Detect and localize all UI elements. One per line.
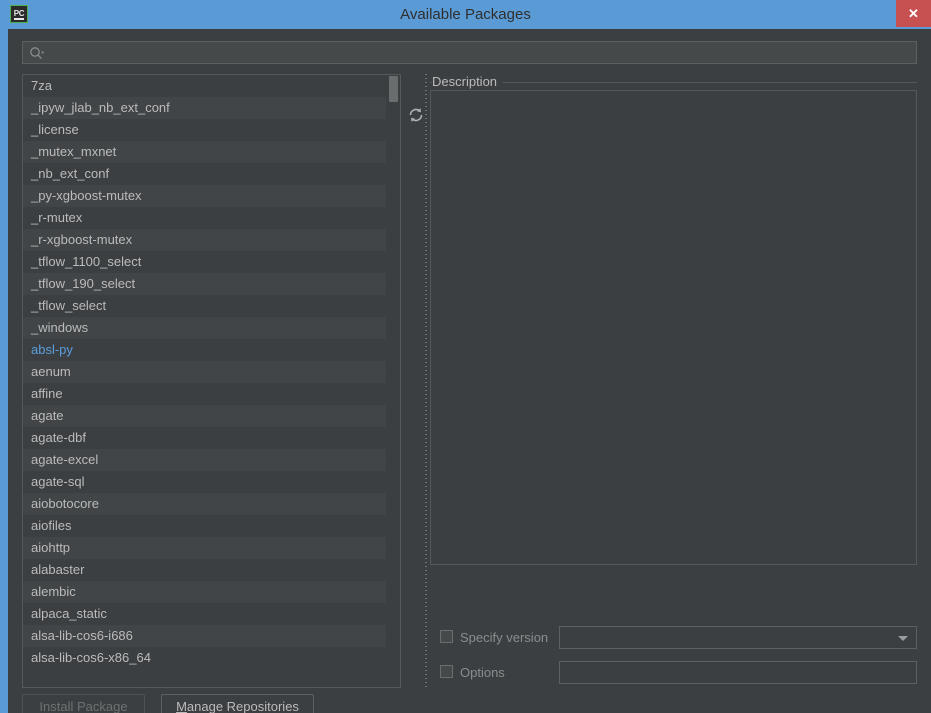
package-list-item[interactable]: alpaca_static (23, 603, 386, 625)
splitter-handle (425, 74, 427, 688)
description-pane: Description Specify version Options (430, 74, 917, 688)
description-box (430, 90, 917, 565)
search-icon (29, 46, 45, 61)
options-row: Options (430, 661, 917, 684)
specify-version-label: Specify version (460, 630, 549, 645)
package-list-item[interactable]: _license (23, 119, 386, 141)
search-input[interactable] (49, 42, 909, 63)
package-list-pane: 7za _ipyw_jlab_nb_ext_conf _license _mutex_… (22, 74, 401, 688)
install-package-button[interactable]: Install Package (22, 694, 145, 713)
package-list-item[interactable]: _r-xgboost-mutex (23, 229, 386, 251)
package-list-item[interactable]: alsa-lib-cos6-x86_64 (23, 647, 386, 669)
available-packages-window: PC Available Packages ✕ 7za _ipyw_jlab_n… (0, 0, 931, 713)
package-list-item[interactable]: _tflow_1100_select (23, 251, 386, 273)
dialog-body: 7za _ipyw_jlab_nb_ext_conf _license _mutex_… (8, 29, 931, 713)
specify-version-row: Specify version (430, 626, 917, 649)
package-list-item[interactable]: absl-py (23, 339, 386, 361)
description-text (431, 91, 916, 103)
manage-repositories-label: anage Repositories (186, 699, 299, 713)
package-list-item[interactable]: aiohttp (23, 537, 386, 559)
options-input[interactable] (560, 662, 916, 683)
package-list-item[interactable]: aiofiles (23, 515, 386, 537)
package-list-item[interactable]: aenum (23, 361, 386, 383)
version-input[interactable] (560, 627, 916, 648)
description-group-line (430, 82, 917, 83)
package-list-item[interactable]: alabaster (23, 559, 386, 581)
package-list-item[interactable]: affine (23, 383, 386, 405)
package-list-scrollbar[interactable] (387, 75, 400, 687)
chevron-down-icon (898, 636, 908, 641)
package-list-item[interactable]: agate-excel (23, 449, 386, 471)
package-list-item[interactable]: _nb_ext_conf (23, 163, 386, 185)
close-icon: ✕ (908, 6, 919, 21)
package-list-item[interactable]: aiobotocore (23, 493, 386, 515)
package-list-item[interactable]: 7za (23, 75, 386, 97)
manage-repositories-mnemonic: M (176, 699, 187, 713)
package-list-item[interactable]: agate-sql (23, 471, 386, 493)
options-label: Options (460, 665, 505, 680)
options-checkbox[interactable] (440, 665, 453, 678)
manage-repositories-button[interactable]: Manage Repositories (161, 694, 314, 713)
window-title: Available Packages (400, 6, 531, 23)
scrollbar-thumb[interactable] (389, 76, 398, 102)
description-label: Description (432, 74, 504, 89)
specify-version-checkbox[interactable] (440, 630, 453, 643)
package-list-item[interactable]: _ipyw_jlab_nb_ext_conf (23, 97, 386, 119)
package-list-item[interactable]: _r-mutex (23, 207, 386, 229)
close-button[interactable]: ✕ (896, 0, 931, 27)
package-list-item[interactable]: agate (23, 405, 386, 427)
package-list-item[interactable]: alembic (23, 581, 386, 603)
options-field[interactable] (559, 661, 917, 684)
package-list-item[interactable]: agate-dbf (23, 427, 386, 449)
package-list-item[interactable]: _py-xgboost-mutex (23, 185, 386, 207)
package-list-item[interactable]: _windows (23, 317, 386, 339)
package-list[interactable]: 7za _ipyw_jlab_nb_ext_conf _license _mutex_… (23, 75, 386, 687)
package-list-item[interactable]: alsa-lib-cos6-i686 (23, 625, 386, 647)
package-list-item[interactable]: _tflow_select (23, 295, 386, 317)
package-list-item[interactable]: _tflow_190_select (23, 273, 386, 295)
title-bar[interactable]: PC Available Packages ✕ (0, 0, 931, 29)
package-list-item[interactable]: _mutex_mxnet (23, 141, 386, 163)
search-field[interactable] (22, 41, 917, 64)
search-row (22, 41, 917, 64)
pane-splitter[interactable] (423, 74, 429, 688)
version-combobox[interactable] (559, 626, 917, 649)
